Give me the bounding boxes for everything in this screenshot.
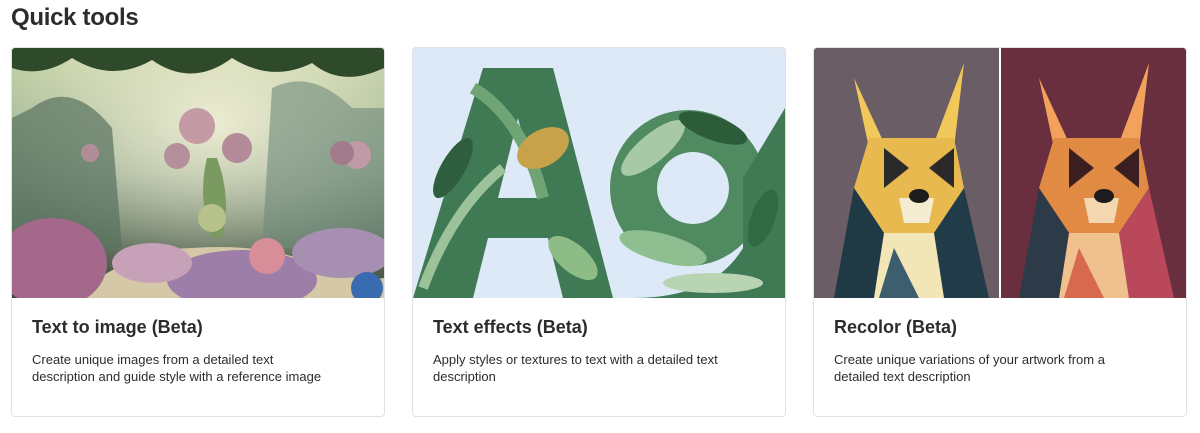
card-recolor[interactable]: Recolor (Beta) Create unique variations …	[813, 47, 1187, 417]
card-title: Recolor (Beta)	[834, 317, 958, 337]
leafy-letters-image	[413, 48, 785, 298]
card-title: Text to image (Beta)	[32, 317, 203, 337]
card-description: Create unique images from a detailed tex…	[32, 352, 322, 384]
card-title: Text effects (Beta)	[433, 317, 588, 337]
card-description: Create unique variations of your artwork…	[834, 352, 1105, 384]
section-title: Quick tools	[11, 4, 139, 31]
card-text-effects[interactable]: Text effects (Beta) Apply styles or text…	[412, 47, 786, 417]
card-description: Apply styles or textures to text with a …	[433, 352, 718, 384]
fantasy-garden-image	[12, 48, 384, 298]
geometric-dog-image	[814, 48, 1186, 298]
card-text-to-image[interactable]: Text to image (Beta) Create unique image…	[11, 47, 385, 417]
